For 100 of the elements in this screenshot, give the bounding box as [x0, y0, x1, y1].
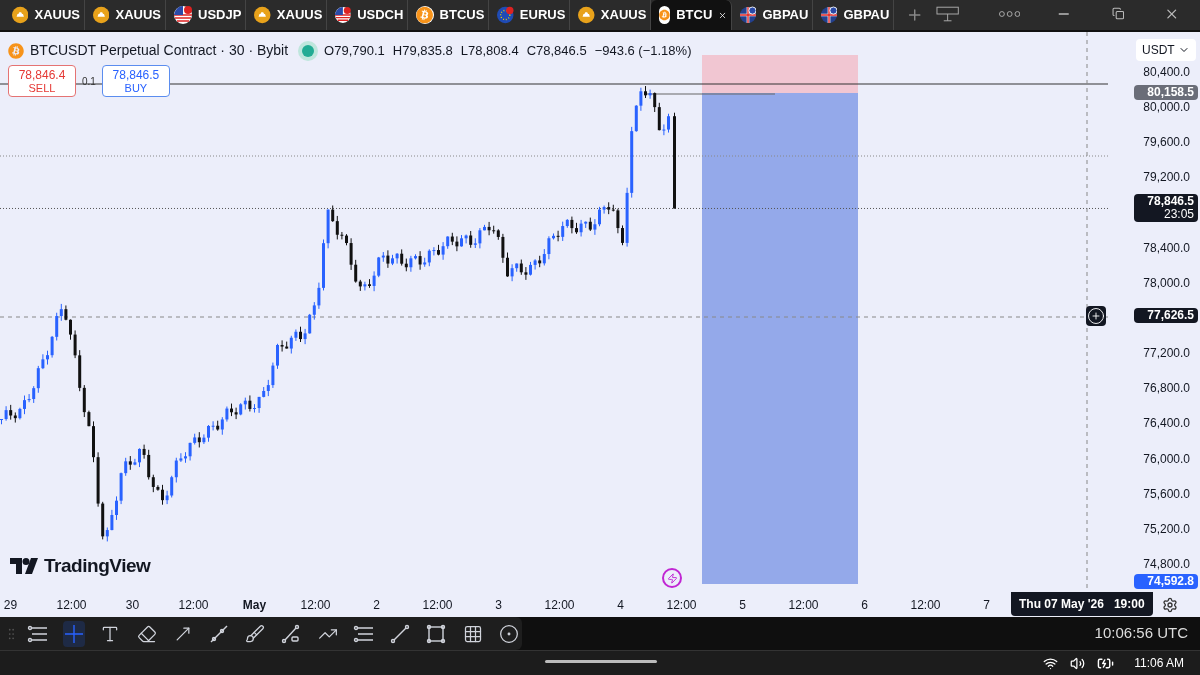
- price-tick: 78,000.0: [1143, 276, 1190, 289]
- flag-icon: [740, 6, 757, 24]
- price-tick: 79,200.0: [1143, 171, 1190, 184]
- tab-label: BTCUS: [439, 6, 485, 25]
- crosshair-icon: [63, 622, 86, 645]
- browser-tab[interactable]: USDJP: [166, 0, 247, 30]
- time-tick: 29: [2, 596, 19, 614]
- system-clock: 11:06 AM: [1134, 655, 1184, 672]
- ohlc-value: L78,808.4: [460, 41, 519, 60]
- bitcoin-icon: [659, 6, 671, 24]
- rectangle-icon: [425, 622, 448, 645]
- ohlc-value: C78,846.5: [526, 41, 587, 60]
- settings-icon[interactable]: [1162, 596, 1178, 613]
- browser-tab[interactable]: XAUUS: [570, 0, 652, 30]
- browser-tab[interactable]: GBPAU: [732, 0, 814, 30]
- browser-tab[interactable]: BTCU: [651, 0, 733, 30]
- flag-icon: [497, 6, 514, 24]
- price-tick: 74,800.0: [1143, 557, 1190, 570]
- price-label: 78,846.5 23:05: [1134, 194, 1198, 223]
- price-tick: 75,600.0: [1143, 487, 1190, 500]
- tab-label: BTCU: [676, 6, 713, 25]
- time-tick: 12:00: [787, 596, 820, 614]
- ohlc-value: −943.6 (−1.18%): [594, 41, 692, 60]
- time-tick: 12:00: [543, 596, 576, 614]
- time-tick: 12:00: [909, 596, 942, 614]
- time-tick: 3: [494, 596, 503, 614]
- grid-icon: [462, 623, 483, 644]
- ingot-icon: [254, 6, 271, 24]
- bitcoin-icon: [8, 42, 24, 59]
- browser-tab[interactable]: XAUUS: [4, 0, 85, 30]
- restore-icon[interactable]: [1111, 7, 1125, 20]
- crosshair-time-label: Thu 07 May '26 19:00: [1011, 592, 1153, 616]
- time-tick: 5: [738, 596, 747, 614]
- brush-icon: [245, 623, 266, 644]
- line-icon: [389, 622, 412, 645]
- ohlc-value: H79,835.8: [392, 41, 453, 60]
- price-axis[interactable]: USDT 80,400.0 80,000.0 79,600.0 79,200.0 78,400.0 78,000.0 77,200.0 76,800.0 76,400.0 76,000.0 75,600.0 75,200.0 74,800.0 80,158.5 78,846.5 23:05 77,626.5 74,592.8: [1108, 32, 1200, 592]
- browser-tab[interactable]: XAUUS: [246, 0, 328, 30]
- browser-tab[interactable]: GBPAU: [813, 0, 895, 30]
- time-tick: 4: [616, 596, 625, 614]
- sell-button[interactable]: 78,846.4 SELL: [8, 65, 76, 97]
- browser-tab[interactable]: USDCH: [327, 0, 409, 30]
- time-tick: 7: [982, 596, 991, 614]
- tab-label: GBPAU: [843, 6, 890, 25]
- price-label: 74,592.8: [1134, 574, 1198, 590]
- more-icon[interactable]: [999, 10, 1021, 18]
- drag-handle-icon[interactable]: [8, 626, 15, 641]
- flag-icon: [821, 6, 838, 24]
- quantity-label: 0.1: [82, 74, 96, 89]
- time-tick: 12:00: [665, 596, 698, 614]
- time-tick: 12:00: [177, 596, 210, 614]
- price-tick: 76,000.0: [1143, 452, 1190, 465]
- time-tick: 30: [124, 596, 141, 614]
- ohlc-value: O79,790.1: [324, 41, 385, 60]
- price-tick: 80,000.0: [1143, 101, 1190, 114]
- tab-label: XAUUS: [34, 6, 80, 25]
- time-tick: 12:00: [299, 596, 332, 614]
- price-tick: 79,600.0: [1143, 136, 1190, 149]
- add-alert-icon[interactable]: [1086, 305, 1106, 326]
- ingot-icon: [93, 6, 110, 24]
- browser-tab[interactable]: XAUUS: [85, 0, 166, 30]
- symbol-title[interactable]: BTCUSDT Perpetual Contract · 30 · Bybit: [30, 40, 289, 61]
- ingot-icon: [578, 6, 595, 24]
- ingot-icon: [12, 6, 29, 24]
- price-tick: 80,400.0: [1143, 66, 1190, 78]
- time-tick: 12:00: [421, 596, 454, 614]
- time-axis[interactable]: 29 12:00 30 12:00 May 12:00 2 12:00 3 12:00 4 12:00 5 12:00 6 12:00 7 Thu 07 May '26 19:00: [0, 592, 1200, 617]
- price-label: 80,158.5: [1134, 85, 1198, 101]
- browser-tab[interactable]: EURUS: [489, 0, 571, 30]
- circle-icon: [498, 623, 519, 644]
- tab-label: XAUUS: [276, 6, 323, 25]
- price-tick: 76,800.0: [1143, 382, 1190, 395]
- tab-label: USDJP: [198, 6, 242, 25]
- currency-dropdown[interactable]: USDT: [1136, 39, 1196, 61]
- layout-icon[interactable]: [935, 6, 960, 22]
- flag-icon: [174, 6, 192, 24]
- price-tick: 78,400.0: [1143, 241, 1190, 254]
- price-tick: 75,200.0: [1143, 522, 1190, 535]
- tab-label: USDCH: [357, 6, 404, 25]
- volume-icon: [1070, 655, 1086, 671]
- tab-label: XAUUS: [115, 6, 161, 25]
- price-tick: 76,400.0: [1143, 417, 1190, 430]
- price-label: 77,626.5: [1134, 307, 1198, 323]
- lightning-icon[interactable]: [662, 568, 682, 588]
- wifi-icon: [1043, 655, 1059, 671]
- tab-label: XAUUS: [600, 6, 647, 25]
- time-tick: 6: [860, 596, 869, 614]
- flag-icon: [335, 6, 352, 24]
- browser-tab[interactable]: BTCUS: [408, 0, 490, 30]
- eraser-icon: [136, 623, 157, 644]
- utc-clock[interactable]: 10:06:56 UTC: [1094, 622, 1188, 645]
- logo-icon: [10, 557, 38, 574]
- time-tick: 2: [372, 596, 381, 614]
- buy-button[interactable]: 78,846.5 BUY: [101, 65, 170, 97]
- chart-pane[interactable]: BTCUSDT Perpetual Contract · 30 · Bybit O79,790.1 H79,835.8 L78,808.4 C78,846.5 −943.6 (−1.18%) 78,846.4 SELL 0.1 78,846.5 BUY TradingView: [0, 32, 1108, 592]
- price-tick: 77,200.0: [1143, 347, 1190, 360]
- brand-name: TradingView: [44, 553, 151, 578]
- tab-label: EURUS: [519, 6, 566, 25]
- time-tick: 12:00: [55, 596, 88, 614]
- tab-label: GBPAU: [762, 6, 809, 25]
